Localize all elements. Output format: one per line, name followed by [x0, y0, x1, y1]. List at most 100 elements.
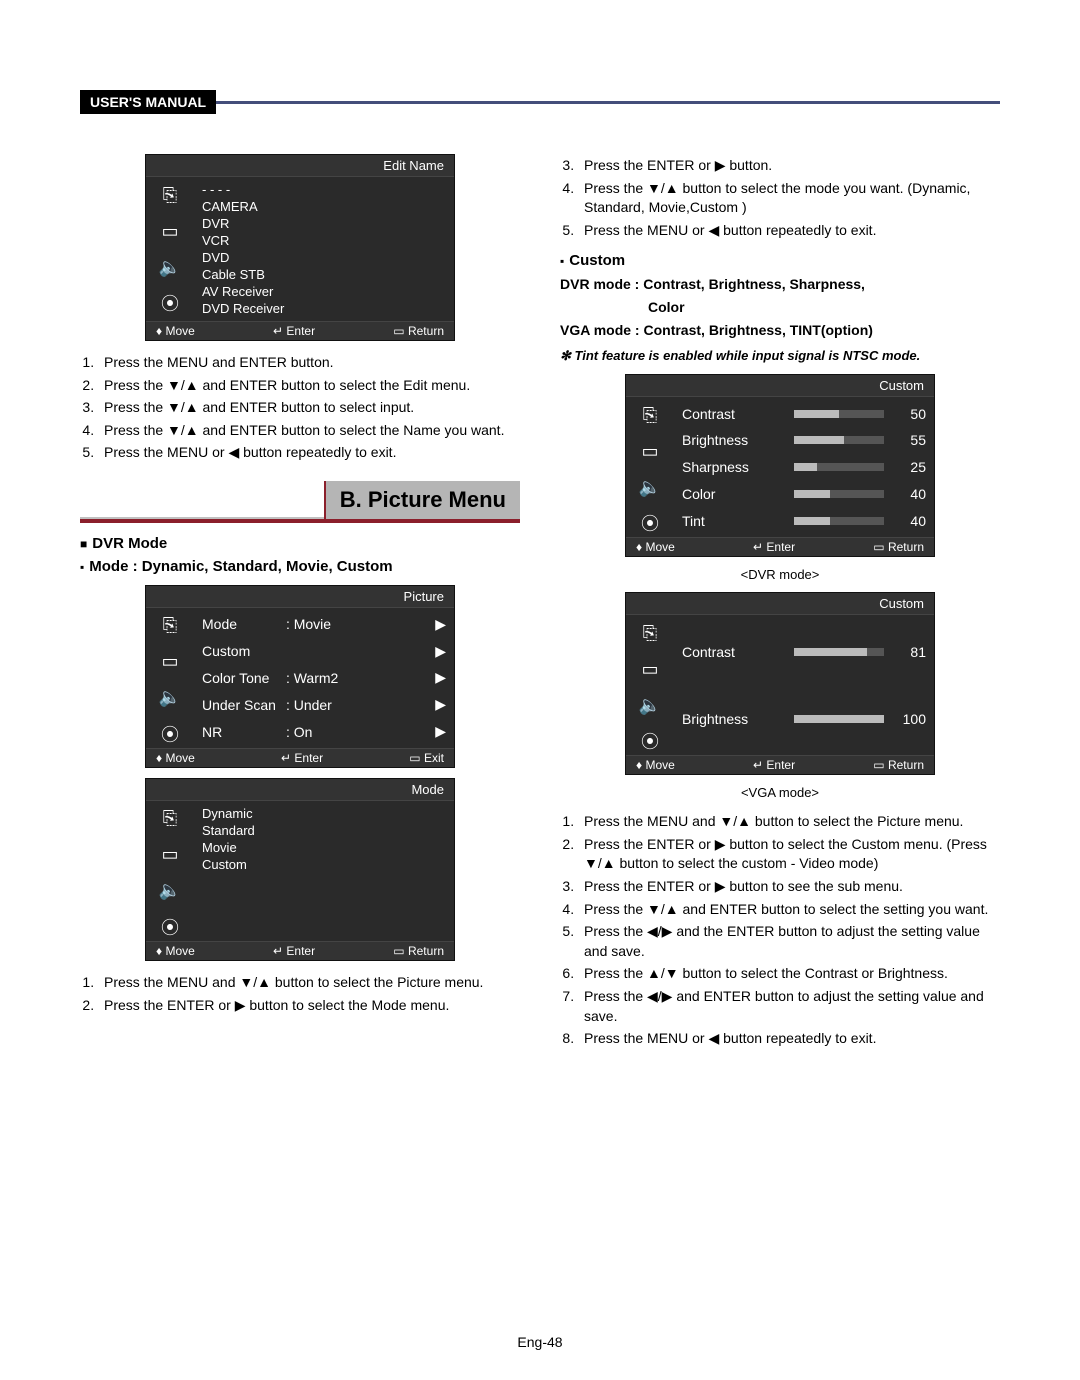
osd-picture: Picture ⎘ ▭ 🔈 ⦿ Mode: Movie▶ Custom▶ Col… [145, 585, 455, 768]
slider [794, 715, 884, 723]
row-value: 40 [896, 513, 926, 529]
osd-footer: ♦ Move ↵ Enter ▭ Return [146, 321, 454, 340]
row-value: 100 [896, 711, 926, 727]
step: Press the MENU or ◀ button repeatedly to… [578, 221, 1000, 241]
source-icon: ⎘ [632, 619, 668, 647]
list-item: VCR [202, 232, 446, 249]
osd-edit-name: Edit Name ⎘ ▭ 🔈 ⦿ - - - - CAMERA DVR VCR… [145, 154, 455, 341]
step: Press the ▼/▲ and ENTER button to select… [98, 376, 520, 396]
osd-footer: ♦ Move ↵ Enter ▭ Return [626, 537, 934, 556]
sound-icon: 🔈 [632, 473, 668, 501]
footer-enter: ↵ Enter [281, 751, 323, 765]
step: Press the ENTER or ▶ button to select th… [578, 835, 1000, 874]
picture-icon: ▭ [152, 841, 188, 869]
osd-title: Picture [146, 586, 454, 608]
osd-title: Edit Name [146, 155, 454, 177]
dvr-mode-note: DVR mode : Contrast, Brightness, Sharpne… [560, 275, 1000, 295]
dvr-caption: <DVR mode> [560, 567, 1000, 582]
list-item: Movie [202, 839, 446, 856]
step: Press the MENU or ◀ button repeatedly to… [98, 443, 520, 463]
list-item: Cable STB [202, 266, 446, 283]
footer-move: ♦ Move [636, 540, 675, 554]
slider [794, 410, 884, 418]
step: Press the MENU or ◀ button repeatedly to… [578, 1029, 1000, 1049]
row-value: : On [286, 724, 425, 740]
osd-content: - - - - CAMERA DVR VCR DVD Cable STB AV … [194, 177, 454, 321]
vga-mode-note: VGA mode : Contrast, Brightness, TINT(op… [560, 321, 1000, 341]
row-value: 55 [896, 432, 926, 448]
osd-content: Contrast81 Brightness100 [674, 615, 934, 755]
row-value: 25 [896, 459, 926, 475]
header-bar: USER'S MANUAL [80, 90, 1000, 114]
footer-return: ▭ Return [393, 324, 444, 338]
footer-enter: ↵ Enter [753, 758, 795, 772]
custom-steps: Press the MENU and ▼/▲ button to select … [578, 812, 1000, 1049]
arrow-icon: ▶ [435, 696, 446, 713]
picture-icon: ▭ [632, 655, 668, 683]
footer-enter: ↵ Enter [273, 944, 315, 958]
step: Press the ENTER or ▶ button to select th… [98, 996, 520, 1016]
manual-page: USER'S MANUAL Edit Name ⎘ ▭ 🔈 ⦿ - - - - [0, 0, 1080, 1380]
picture-icon: ▭ [632, 437, 668, 465]
step: Press the ▼/▲ button to select the mode … [578, 179, 1000, 218]
header-label: USER'S MANUAL [80, 90, 216, 114]
vga-caption: <VGA mode> [560, 785, 1000, 800]
osd-side-icons: ⎘ ▭ 🔈 ⦿ [146, 801, 194, 941]
source-icon: ⎘ [152, 805, 188, 833]
list-item: Custom [202, 856, 446, 873]
row-label: Brightness [682, 711, 782, 727]
arrow-icon: ▶ [435, 723, 446, 740]
list-item: - - - - [202, 181, 446, 198]
row-value: 40 [896, 486, 926, 502]
source-icon: ⎘ [632, 401, 668, 429]
setup-icon: ⦿ [632, 509, 668, 537]
slider [794, 463, 884, 471]
row-label: Custom [202, 643, 276, 659]
row-value: 50 [896, 406, 926, 422]
right-column: Press the ENTER or ▶ button. Press the ▼… [560, 144, 1000, 1061]
left-column: Edit Name ⎘ ▭ 🔈 ⦿ - - - - CAMERA DVR VCR… [80, 144, 520, 1061]
dvr-mode-note-b: Color [560, 298, 1000, 318]
slider [794, 517, 884, 525]
footer-enter: ↵ Enter [273, 324, 315, 338]
arrow-icon: ▶ [435, 643, 446, 660]
step: Press the ENTER or ▶ button to see the s… [578, 877, 1000, 897]
section-heading: B. Picture Menu [80, 481, 520, 523]
row-label: Mode [202, 616, 276, 632]
source-icon: ⎘ [152, 612, 188, 640]
row-label: Brightness [682, 432, 782, 448]
row-value: : Under [286, 697, 425, 713]
row-value: 81 [896, 644, 926, 660]
osd-custom-dvr: Custom ⎘ ▭ 🔈 ⦿ Contrast50 Brightness55 S… [625, 374, 935, 557]
page-number: Eng-48 [0, 1334, 1080, 1350]
columns: Edit Name ⎘ ▭ 🔈 ⦿ - - - - CAMERA DVR VCR… [80, 144, 1000, 1061]
dvr-mode-heading: ■DVR Mode [80, 535, 520, 552]
step: Press the MENU and ▼/▲ button to select … [578, 812, 1000, 832]
custom-heading: ▪Custom [560, 252, 1000, 269]
step: Press the ◀/▶ and ENTER button to adjust… [578, 987, 1000, 1026]
list-item: DVD Receiver [202, 300, 446, 317]
header-rule [216, 101, 1000, 104]
row-label: Color [682, 486, 782, 502]
arrow-icon: ▶ [435, 616, 446, 633]
osd-side-icons: ⎘ ▭ 🔈 ⦿ [626, 397, 674, 537]
row-value: : Movie [286, 616, 425, 632]
osd-footer: ♦ Move ↵ Enter ▭ Exit [146, 748, 454, 767]
osd-content: Dynamic Standard Movie Custom [194, 801, 454, 941]
list-item: AV Receiver [202, 283, 446, 300]
osd-side-icons: ⎘ ▭ 🔈 ⦿ [626, 615, 674, 755]
footer-return: ▭ Return [873, 758, 924, 772]
footer-return: ▭ Return [393, 944, 444, 958]
list-item: DVD [202, 249, 446, 266]
sound-icon: 🔈 [152, 253, 188, 281]
row-value: : Warm2 [286, 670, 425, 686]
osd-title: Custom [626, 375, 934, 397]
edit-name-steps: Press the MENU and ENTER button. Press t… [98, 353, 520, 463]
arrow-icon: ▶ [435, 669, 446, 686]
footer-enter: ↵ Enter [753, 540, 795, 554]
osd-mode: Mode ⎘ ▭ 🔈 ⦿ Dynamic Standard Movie Cust… [145, 778, 455, 961]
list-item: DVR [202, 215, 446, 232]
setup-icon: ⦿ [152, 913, 188, 941]
osd-side-icons: ⎘ ▭ 🔈 ⦿ [146, 608, 194, 748]
osd-title: Mode [146, 779, 454, 801]
